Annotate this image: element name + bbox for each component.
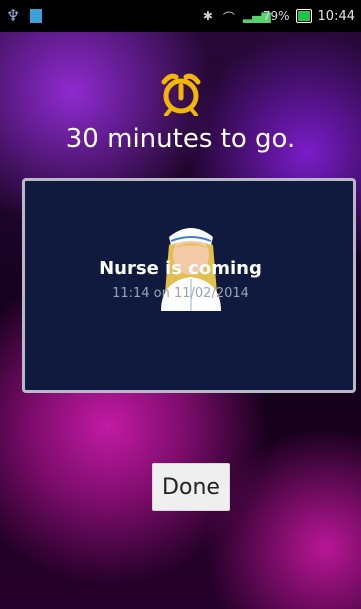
status-bar: ♆ ✱ ⌒ ▂▄▆ 79% 10:44	[0, 0, 361, 32]
signal-icon: ▂▄▆	[242, 9, 271, 23]
status-left: ♆	[6, 6, 42, 25]
wifi-icon: ⌒	[222, 11, 235, 25]
countdown-message: 30 minutes to go.	[65, 124, 296, 154]
notification-title: Nurse is coming	[99, 258, 262, 279]
battery-icon	[295, 9, 312, 23]
alarm-clock-icon	[161, 73, 201, 116]
notification-datetime: 11:14 on 11/02/2014	[112, 286, 249, 301]
clock: 10:44	[317, 8, 355, 24]
usb-icon: ♆	[6, 6, 21, 25]
notification-image-icon	[30, 9, 42, 23]
status-right: ✱ ⌒ ▂▄▆ 79% 10:44	[202, 8, 355, 26]
done-button[interactable]: Done	[152, 463, 230, 511]
battery-percent: 79%	[262, 9, 290, 23]
bluetooth-icon: ✱	[202, 9, 213, 23]
